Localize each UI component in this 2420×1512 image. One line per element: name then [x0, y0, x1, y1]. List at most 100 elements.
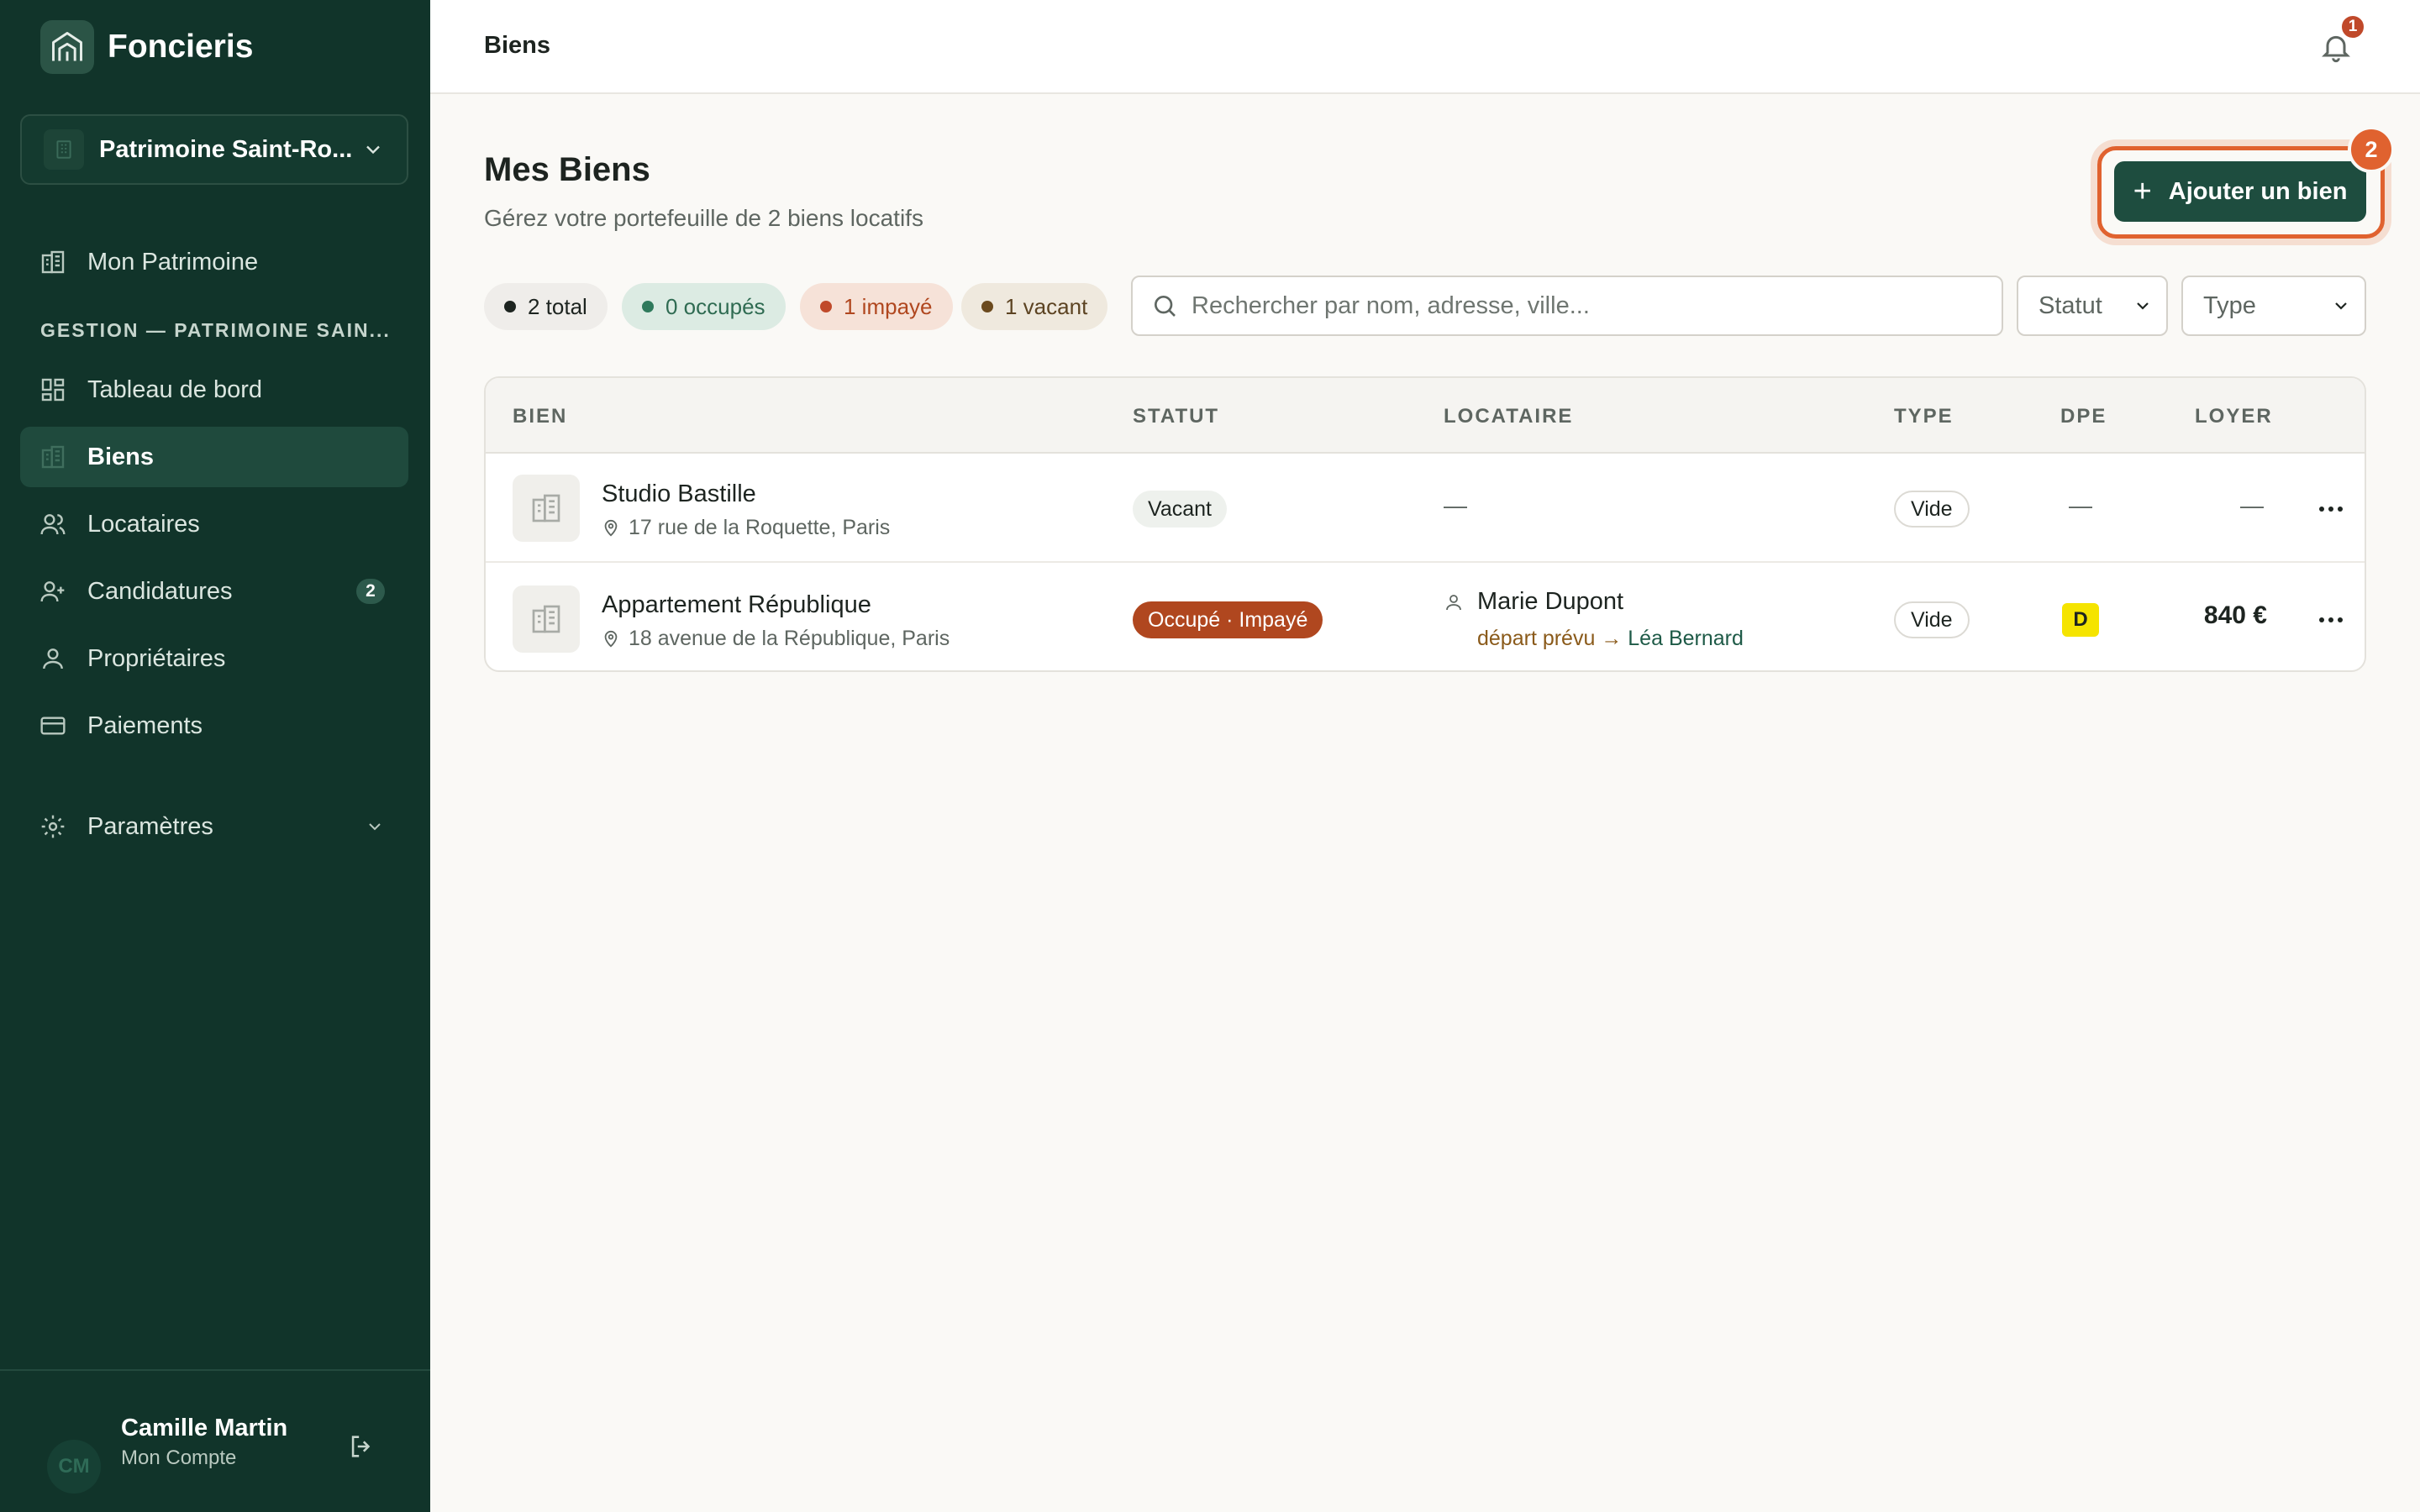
notification-count-badge: 1 [2339, 13, 2366, 40]
tenant-name-text: Marie Dupont [1477, 588, 1624, 615]
chip-label: 1 vacant [1005, 293, 1088, 319]
departure-label: départ prévu [1477, 627, 1596, 650]
page-title: Mes Biens [484, 151, 650, 188]
map-pin-icon [604, 630, 618, 648]
candidatures-count-badge: 2 [356, 579, 385, 604]
user-plus-icon [39, 577, 67, 606]
status-filter-select[interactable]: Statut [2017, 276, 2168, 336]
status-badge: Vacant [1133, 491, 1227, 528]
building-icon [39, 248, 67, 276]
building-icon [532, 605, 560, 633]
address-text: 18 avenue de la République, Paris [629, 627, 950, 650]
sidebar-item-locataires[interactable]: Locataires [20, 494, 408, 554]
sidebar-item-parametres[interactable]: Paramètres [20, 796, 408, 857]
filter-chip-total[interactable]: 2 total [484, 283, 608, 330]
property-address: 17 rue de la Roquette, Paris [602, 516, 890, 540]
user-account-link[interactable]: Mon Compte [121, 1446, 236, 1470]
building-icon [44, 129, 84, 170]
dpe-badge: D [2062, 603, 2099, 637]
tenant-departure-note: départ prévu → Léa Bernard [1477, 627, 1744, 651]
add-property-label: Ajouter un bien [2168, 177, 2348, 205]
sidebar-item-tableau-de-bord[interactable]: Tableau de bord [20, 360, 408, 420]
column-header-dpe[interactable]: DPE [2060, 405, 2107, 428]
table-header: BIEN STATUT LOCATAIRE TYPE DPE LOYER [486, 378, 2365, 454]
map-pin-icon [604, 519, 618, 537]
add-property-button[interactable]: + Ajouter un bien [2114, 161, 2366, 222]
dashboard-icon [39, 375, 67, 404]
column-header-loyer[interactable]: LOYER [2195, 405, 2273, 428]
properties-table: BIEN STATUT LOCATAIRE TYPE DPE LOYER Stu… [484, 376, 2366, 672]
building-icon [532, 494, 560, 522]
dot-icon [504, 301, 516, 312]
brand[interactable]: Foncieris [40, 20, 253, 74]
column-header-statut[interactable]: STATUT [1133, 405, 1219, 428]
dots-icon [2319, 617, 2343, 622]
sidebar-item-biens[interactable]: Biens [20, 427, 408, 487]
sidebar-item-paiements[interactable]: Paiements [20, 696, 408, 756]
card-icon [39, 711, 67, 740]
status-badge: Occupé · Impayé [1133, 601, 1323, 638]
logout-icon[interactable] [343, 1428, 380, 1465]
chip-label: 2 total [528, 293, 587, 319]
sidebar-item-label: Locataires [87, 510, 200, 538]
dots-icon [2319, 507, 2343, 512]
chevron-down-icon [2137, 302, 2149, 310]
user-icon [39, 644, 67, 673]
plus-icon: + [2133, 174, 2152, 209]
sidebar-item-label: Candidatures [87, 577, 233, 605]
next-tenant-name[interactable]: Léa Bernard [1628, 627, 1744, 650]
users-icon [39, 510, 67, 538]
top-bar: Biens 1 [430, 0, 2420, 94]
tenant-empty: — [1444, 492, 1467, 518]
more-actions-icon[interactable] [2314, 605, 2348, 635]
sidebar-item-proprietaires[interactable]: Propriétaires [20, 628, 408, 689]
app-root: Foncieris Patrimoine Saint-Ro... Mon Pat… [0, 0, 2420, 1512]
sidebar-item-label: Paramètres [87, 812, 213, 840]
search-input[interactable] [1192, 291, 1998, 320]
avatar[interactable]: CM [47, 1440, 101, 1494]
filter-chip-unpaid[interactable]: 1 impayé [800, 283, 953, 330]
search-box [1131, 276, 2003, 336]
type-badge: Vide [1894, 601, 1970, 638]
type-filter-value: Type [2203, 291, 2256, 319]
tenant-name[interactable]: Marie Dupont [1444, 588, 1623, 616]
filter-chip-vacant[interactable]: 1 vacant [961, 283, 1108, 330]
status-filter-value: Statut [2039, 291, 2102, 319]
chevron-down-icon [369, 823, 381, 831]
sidebar-item-label: Tableau de bord [87, 375, 262, 403]
column-header-bien[interactable]: BIEN [513, 405, 567, 428]
search-icon [1155, 296, 1176, 317]
chip-label: 1 impayé [844, 293, 933, 319]
page-subtitle: Gérez votre portefeuille de 2 biens loca… [484, 205, 923, 231]
chip-label: 0 occupés [666, 293, 765, 319]
sidebar-item-candidatures[interactable]: Candidatures 2 [20, 561, 408, 622]
filter-chip-occupied[interactable]: 0 occupés [622, 283, 786, 330]
chevron-down-icon [2335, 302, 2347, 310]
property-thumbnail [513, 585, 580, 653]
property-name[interactable]: Appartement République [602, 591, 871, 619]
sidebar-item-label: Mon Patrimoine [87, 248, 259, 276]
user-icon [1446, 594, 1461, 610]
sidebar-item-mon-patrimoine[interactable]: Mon Patrimoine [20, 232, 408, 292]
rent-empty: — [2240, 492, 2264, 518]
column-header-type[interactable]: TYPE [1894, 405, 1954, 428]
property-name[interactable]: Studio Bastille [602, 480, 756, 508]
building-icon [39, 443, 67, 471]
table-row[interactable]: Appartement République 18 avenue de la R… [486, 564, 2365, 670]
more-actions-icon[interactable] [2314, 494, 2348, 524]
user-name: Camille Martin [121, 1415, 288, 1441]
organization-switcher[interactable]: Patrimoine Saint-Ro... [20, 114, 408, 185]
chevron-down-icon [366, 145, 380, 155]
sidebar: Foncieris Patrimoine Saint-Ro... Mon Pat… [0, 0, 430, 1512]
column-header-locataire[interactable]: LOCATAIRE [1444, 405, 1573, 428]
dot-icon [820, 301, 832, 312]
address-text: 17 rue de la Roquette, Paris [629, 516, 891, 539]
user-panel: CM Camille Martin Mon Compte [0, 1369, 430, 1512]
table-row[interactable]: Studio Bastille 17 rue de la Roquette, P… [486, 454, 2365, 563]
sidebar-item-label: Biens [87, 443, 154, 470]
arrow-icon: → [1601, 627, 1623, 650]
type-badge: Vide [1894, 491, 1970, 528]
organization-name: Patrimoine Saint-Ro... [99, 135, 353, 163]
type-filter-select[interactable]: Type [2181, 276, 2366, 336]
app-name: Foncieris [108, 29, 254, 65]
